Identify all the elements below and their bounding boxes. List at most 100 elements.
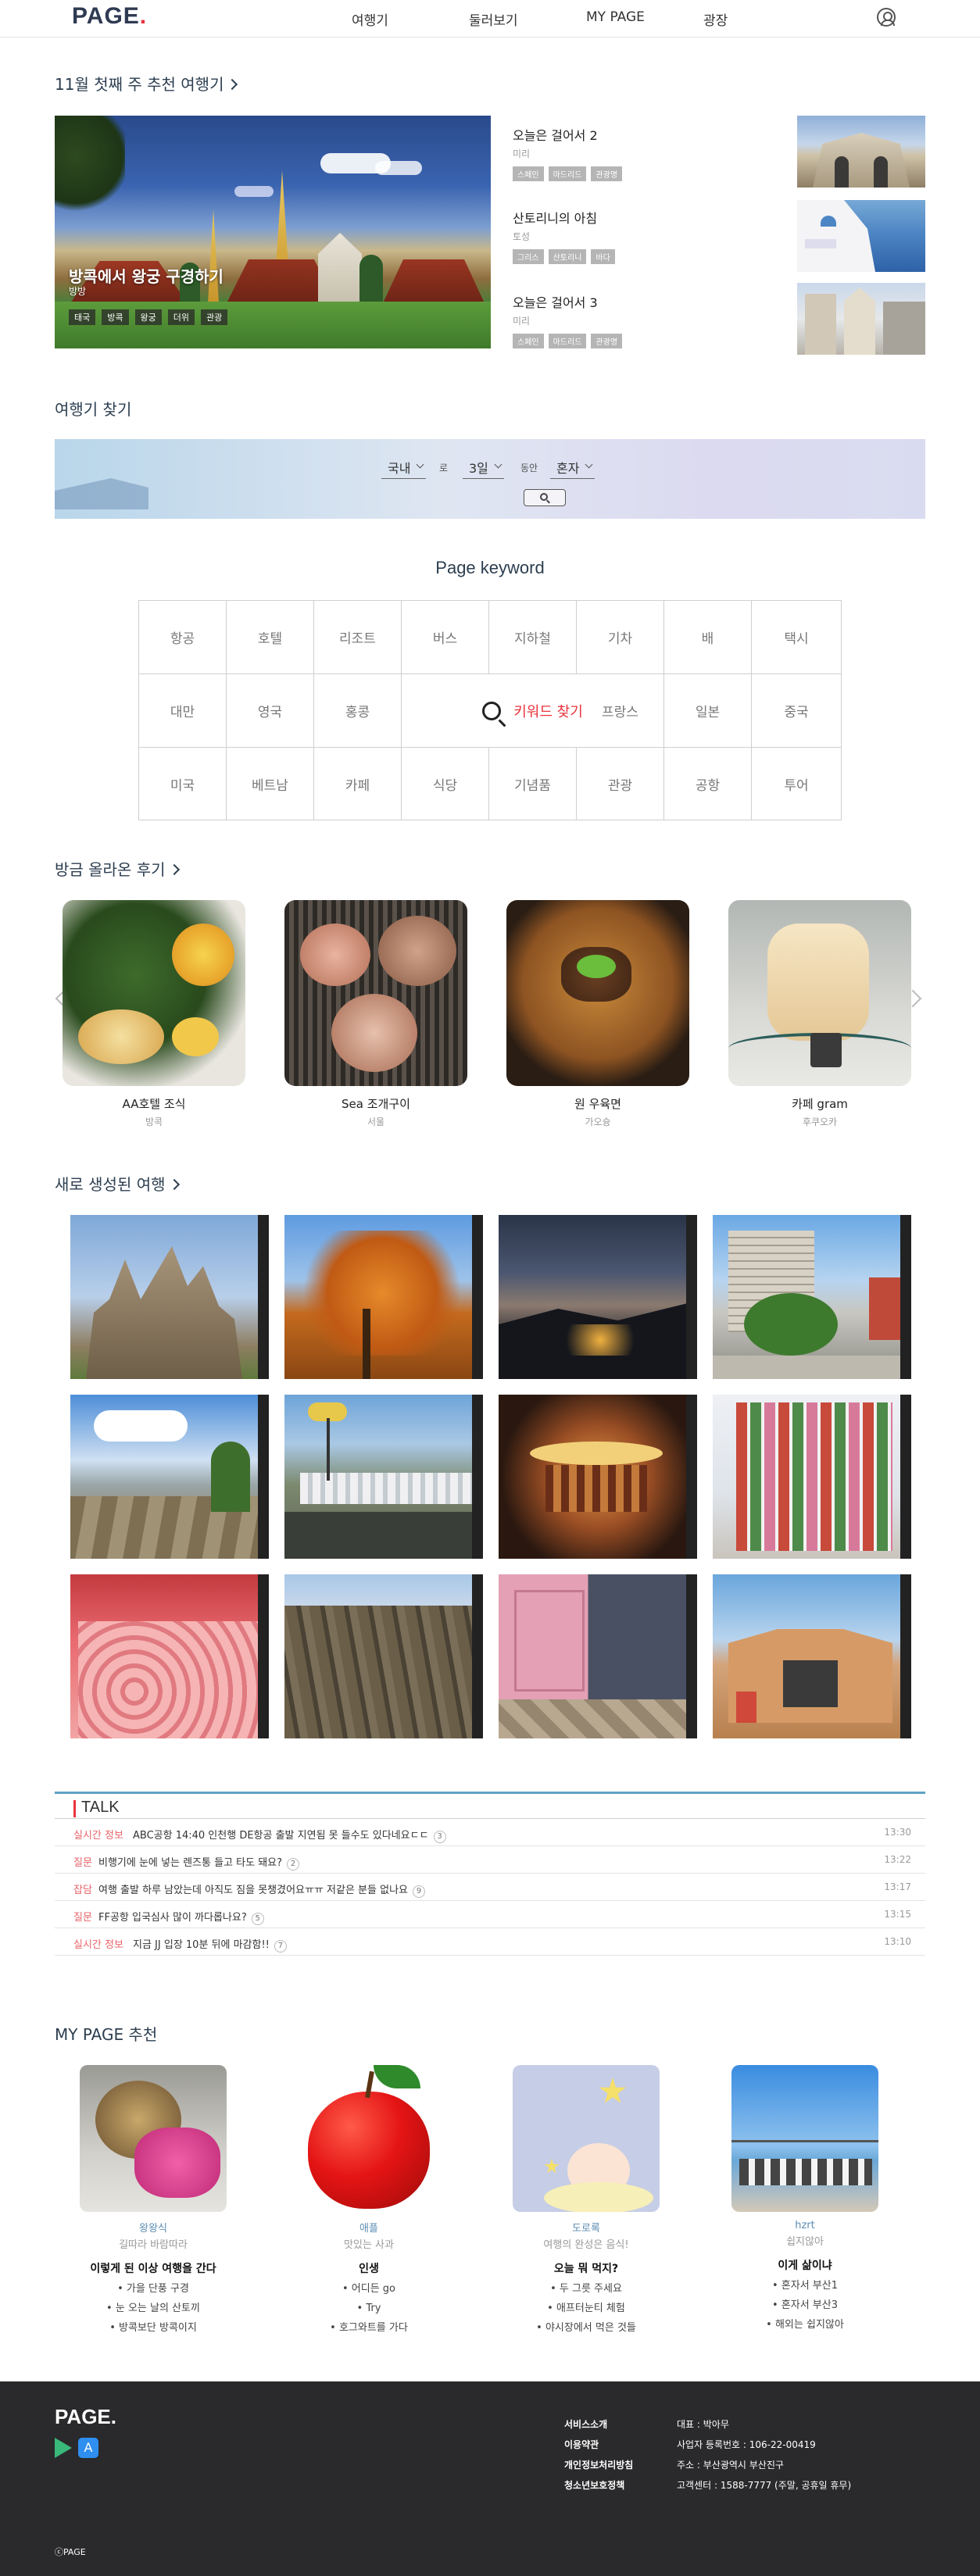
tag[interactable]: 마드리드 — [548, 166, 587, 181]
footer-logo[interactable]: PAGE. — [55, 2405, 116, 2429]
mypage-list-item[interactable]: 애프터눈티 체험 — [485, 2299, 688, 2318]
keyword-cell[interactable]: 식당 — [402, 748, 489, 820]
talk-row[interactable]: 질문 FF공항 입국심사 많이 까다롭나요? 5 13:15 — [55, 1901, 925, 1928]
tag[interactable]: 스페인 — [513, 166, 544, 181]
keyword-cell[interactable]: 중국 — [752, 674, 841, 748]
talk-row[interactable]: 실시간 정보 지금 JJ 입장 10분 뒤에 마감함!! 7 13:10 — [55, 1928, 925, 1956]
mypage-list-item[interactable]: 혼자서 부산3 — [703, 2296, 907, 2315]
app-store-icon[interactable]: A — [78, 2438, 98, 2458]
tag[interactable]: 태국 — [69, 309, 96, 325]
tag[interactable]: 방콕 — [102, 309, 129, 325]
trip-thumb[interactable] — [713, 1395, 911, 1559]
recommend-item[interactable]: 오늘은 걸어서 2 미리 스페인 마드리드 관광명 — [513, 125, 747, 181]
review-card[interactable]: AA호텔 조식 방콕 — [63, 900, 245, 1128]
mypage-list-item[interactable]: 가을 단풍 구경 — [52, 2279, 255, 2299]
keyword-cell[interactable]: 미국 — [139, 748, 227, 820]
mypage-list-item[interactable]: 해외는 쉽지않아 — [703, 2315, 907, 2335]
keyword-cell[interactable]: 프랑스 — [577, 674, 664, 748]
recommend-item[interactable]: 오늘은 걸어서 3 미리 스페인 마드리드 관광명 — [513, 292, 747, 348]
keyword-cell[interactable]: 기차 — [577, 601, 664, 674]
recommend-thumb[interactable] — [797, 200, 925, 272]
search-button[interactable] — [524, 489, 566, 506]
trip-thumb[interactable] — [284, 1215, 483, 1379]
trip-thumb[interactable] — [70, 1215, 269, 1379]
footer-link[interactable]: 서비스소개 — [564, 2414, 633, 2435]
tag[interactable]: 산토리니 — [548, 249, 587, 264]
keyword-cell[interactable]: 배 — [664, 601, 752, 674]
trip-thumb[interactable] — [499, 1395, 697, 1559]
tag[interactable]: 관광 — [201, 309, 228, 325]
mypage-card[interactable]: 애플 맛있는 사과 인생 어디든 go Try 호그와트를 가다 — [267, 2065, 470, 2338]
trip-thumb[interactable] — [713, 1215, 911, 1379]
tag[interactable]: 관광명 — [591, 166, 623, 181]
trip-thumb[interactable] — [499, 1215, 697, 1379]
keyword-cell[interactable]: 공항 — [664, 748, 752, 820]
keyword-cell[interactable]: 일본 — [664, 674, 752, 748]
region-select[interactable]: 국내 — [381, 458, 427, 479]
recommend-heading[interactable]: 11월 첫째 주 추천 여행기 — [55, 72, 238, 95]
trip-thumb[interactable] — [713, 1574, 911, 1738]
recommend-thumb[interactable] — [797, 283, 925, 355]
trip-thumb[interactable] — [70, 1574, 269, 1738]
keyword-cell[interactable]: 관광 — [577, 748, 664, 820]
days-select[interactable]: 3일 — [463, 458, 504, 479]
nav-item-plaza[interactable]: 광장 — [703, 9, 728, 29]
mypage-card[interactable]: 왕왕식 길따라 바람따라 이렇게 된 이상 여행을 간다 가을 단풍 구경 눈 … — [52, 2065, 255, 2338]
tag[interactable]: 관광명 — [591, 334, 623, 348]
review-card[interactable]: Sea 조개구이 서울 — [284, 900, 467, 1128]
tag[interactable]: 왕궁 — [134, 309, 162, 325]
footer-link[interactable]: 청소년보호정책 — [564, 2475, 633, 2496]
footer-link[interactable]: 이용약관 — [564, 2435, 633, 2455]
keyword-cell[interactable]: 리조트 — [314, 601, 402, 674]
keyword-cell[interactable]: 항공 — [139, 601, 227, 674]
keyword-cell[interactable]: 기념품 — [489, 748, 577, 820]
trip-thumb[interactable] — [70, 1395, 269, 1559]
feature-travelogue[interactable]: 방콕에서 왕궁 구경하기 방방 태국 방콕 왕궁 더위 관광 — [55, 116, 491, 348]
new-trips-heading[interactable]: 새로 생성된 여행 — [55, 1172, 180, 1195]
reviews-heading[interactable]: 방금 올라온 후기 — [55, 857, 180, 880]
nav-item-mypage[interactable]: MY PAGE — [586, 9, 645, 25]
site-logo[interactable]: PAGE. — [72, 3, 147, 30]
footer-link[interactable]: 개인정보처리방침 — [564, 2455, 633, 2475]
keyword-cell[interactable]: 영국 — [227, 674, 314, 748]
trip-thumb[interactable] — [284, 1395, 483, 1559]
keyword-cell[interactable]: 지하철 — [489, 601, 577, 674]
tag[interactable]: 바다 — [591, 249, 615, 264]
google-play-icon[interactable] — [55, 2438, 72, 2458]
trip-thumb[interactable] — [499, 1574, 697, 1738]
mypage-list-item[interactable]: 어디든 go — [267, 2279, 470, 2299]
companion-select[interactable]: 혼자 — [550, 458, 596, 479]
keyword-cell[interactable]: 카페 — [314, 748, 402, 820]
mypage-list-item[interactable]: 혼자서 부산1 — [703, 2276, 907, 2296]
mypage-list-item[interactable]: 호그와트를 가다 — [267, 2318, 470, 2338]
tag[interactable]: 마드리드 — [548, 334, 587, 348]
nav-item-browse[interactable]: 둘러보기 — [469, 9, 518, 29]
mypage-list-item[interactable]: 야시장에서 먹은 것들 — [485, 2318, 688, 2338]
mypage-list-item[interactable]: Try — [267, 2299, 470, 2318]
recommend-thumb[interactable] — [797, 116, 925, 188]
keyword-cell[interactable]: 대만 — [139, 674, 227, 748]
talk-row[interactable]: 질문 비행기에 눈에 넣는 렌즈통 들고 타도 돼요? 2 13:22 — [55, 1846, 925, 1874]
keyword-cell[interactable]: 투어 — [752, 748, 841, 820]
tag[interactable]: 더위 — [167, 309, 195, 325]
trip-thumb[interactable] — [284, 1574, 483, 1738]
keyword-cell[interactable]: 택시 — [752, 601, 841, 674]
mypage-list-item[interactable]: 방콕보단 방콕이지 — [52, 2318, 255, 2338]
review-card[interactable]: 카페 gram 후쿠오카 — [728, 900, 911, 1128]
mypage-card[interactable]: hzrt 쉽지않아 이게 삶이냐 혼자서 부산1 혼자서 부산3 해외는 쉽지않… — [703, 2065, 907, 2335]
talk-row[interactable]: 잡담 여행 출발 하루 남았는데 아직도 짐을 못챙겼어요ㅠㅠ 저같은 분들 없… — [55, 1874, 925, 1901]
mypage-card[interactable]: 도로록 여행의 완성은 음식! 오늘 뭐 먹지? 두 그릇 주세요 애프터눈티 … — [485, 2065, 688, 2338]
user-circle-icon[interactable] — [877, 8, 896, 27]
keyword-cell[interactable]: 홍콩 — [314, 674, 402, 748]
tag[interactable]: 그리스 — [513, 249, 544, 264]
keyword-cell[interactable]: 베트남 — [227, 748, 314, 820]
mypage-list-item[interactable]: 두 그릇 주세요 — [485, 2279, 688, 2299]
talk-row[interactable]: 실시간 정보 ABC공항 14:40 인천행 DE항공 출발 지연됨 못 들수도… — [55, 1819, 925, 1846]
nav-item-travelogue[interactable]: 여행기 — [352, 9, 388, 29]
review-card[interactable]: 원 우육면 가오슝 — [506, 900, 689, 1128]
keyword-cell[interactable]: 버스 — [402, 601, 489, 674]
mypage-list-item[interactable]: 눈 오는 날의 산토끼 — [52, 2299, 255, 2318]
keyword-cell[interactable]: 호텔 — [227, 601, 314, 674]
recommend-item[interactable]: 산토리니의 아침 토성 그리스 산토리니 바다 — [513, 208, 747, 264]
tag[interactable]: 스페인 — [513, 334, 544, 348]
